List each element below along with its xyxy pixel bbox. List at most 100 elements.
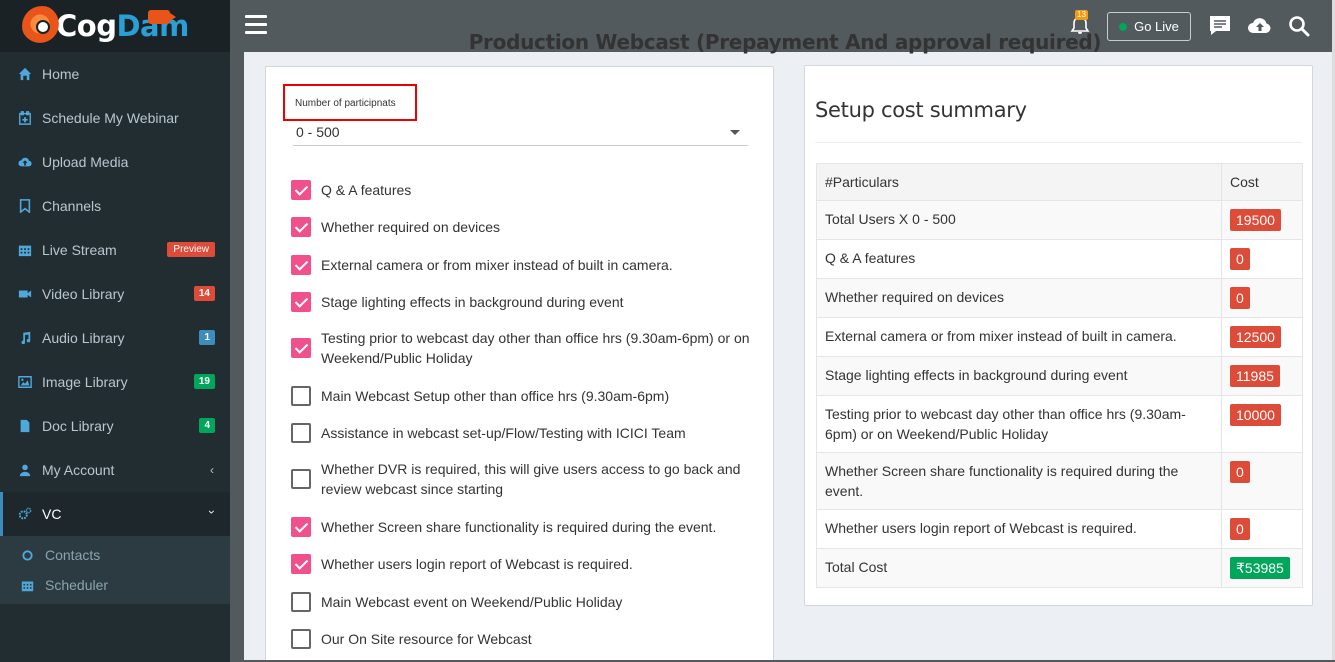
preview-badge: Preview xyxy=(167,242,215,257)
user-icon xyxy=(18,463,32,477)
table-row: Testing prior to webcast day other than … xyxy=(816,395,1303,453)
checkbox[interactable] xyxy=(291,338,311,358)
sidebar-item-label: Live Stream xyxy=(42,242,117,258)
webcast-options-panel: Number of participnats 0 - 500 Q & A fea… xyxy=(265,66,774,662)
sidebar-item-label: Schedule My Webinar xyxy=(42,110,179,126)
chat-icon xyxy=(1210,16,1230,35)
content-gutter xyxy=(230,0,244,662)
sidebar-item-vc[interactable]: VC › xyxy=(0,492,230,536)
checkbox[interactable] xyxy=(291,180,311,200)
checkbox[interactable] xyxy=(291,469,311,489)
home-icon xyxy=(18,67,32,81)
go-live-button[interactable]: Go Live xyxy=(1107,12,1191,41)
column-header-particulars: #Particulars xyxy=(816,163,1222,201)
option-login-report[interactable]: Whether users login report of Webcast is… xyxy=(291,554,751,574)
search-button[interactable] xyxy=(1287,14,1311,38)
sidebar-subitem-scheduler[interactable]: Scheduler xyxy=(0,570,230,600)
chat-button[interactable] xyxy=(1208,14,1232,38)
option-label: Stage lighting effects in background dur… xyxy=(321,294,624,310)
row-label: Total Users X 0 - 500 xyxy=(816,200,1222,240)
cost-summary-panel: Setup cost summary #Particulars Cost Tot… xyxy=(804,65,1313,606)
sidebar-item-channels[interactable]: Channels xyxy=(0,184,230,228)
checkbox[interactable] xyxy=(291,423,311,443)
checkbox[interactable] xyxy=(291,386,311,406)
calendar-icon xyxy=(20,578,34,592)
document-icon xyxy=(18,419,32,433)
option-external-camera[interactable]: External camera or from mixer instead of… xyxy=(291,255,751,275)
search-icon xyxy=(1289,16,1310,37)
sidebar-subitem-contacts[interactable]: Contacts xyxy=(0,540,230,570)
checkbox[interactable] xyxy=(291,217,311,237)
sidebar-item-audio-library[interactable]: Audio Library 1 xyxy=(0,316,230,360)
upload-button[interactable] xyxy=(1247,14,1273,38)
checkbox[interactable] xyxy=(291,629,311,649)
table-row: Total Users X 0 - 500 19500 xyxy=(816,200,1303,240)
option-qa-features[interactable]: Q & A features xyxy=(291,180,751,200)
participants-select[interactable]: 0 - 500 xyxy=(293,124,748,146)
checkbox[interactable] xyxy=(291,592,311,612)
logo[interactable]: CogDam xyxy=(0,0,230,52)
option-dvr[interactable]: Whether DVR is required, this will give … xyxy=(291,459,751,499)
cost-badge: 0 xyxy=(1230,287,1250,309)
row-label: Whether required on devices xyxy=(816,278,1222,318)
cost-badge: 12500 xyxy=(1230,326,1281,348)
chevron-left-icon: ‹ xyxy=(210,463,214,477)
sidebar-item-schedule-my-webinar[interactable]: Schedule My Webinar xyxy=(0,96,230,140)
checkbox[interactable] xyxy=(291,554,311,574)
cost-badge: 11985 xyxy=(1230,365,1280,387)
sidebar-item-label: Video Library xyxy=(42,286,125,302)
option-assistance-icici[interactable]: Assistance in webcast set-up/Flow/Testin… xyxy=(291,423,751,443)
sidebar-item-live-stream[interactable]: Live Stream Preview xyxy=(0,228,230,272)
sidebar-item-home[interactable]: Home xyxy=(0,52,230,96)
option-label: Whether DVR is required, this will give … xyxy=(321,461,741,497)
notifications-button[interactable]: 13 xyxy=(1070,10,1090,36)
count-badge: 4 xyxy=(199,418,215,433)
option-label: Main Webcast event on Weekend/Public Hol… xyxy=(321,594,623,610)
notification-count-badge: 13 xyxy=(1075,10,1088,20)
cloud-upload-icon xyxy=(18,155,32,169)
table-row: Whether required on devices 0 xyxy=(816,278,1303,318)
option-screen-share[interactable]: Whether Screen share functionality is re… xyxy=(291,517,751,537)
calendar-icon xyxy=(18,243,32,257)
menu-toggle-button[interactable] xyxy=(245,15,267,35)
sidebar-item-video-library[interactable]: Video Library 14 xyxy=(0,272,230,316)
count-badge: 19 xyxy=(193,374,215,389)
cost-summary-table: #Particulars Cost Total Users X 0 - 500 … xyxy=(816,163,1303,588)
sidebar-subitem-label: Contacts xyxy=(45,547,101,563)
option-onsite-resource[interactable]: Our On Site resource for Webcast xyxy=(291,629,751,649)
sidebar-item-upload-media[interactable]: Upload Media xyxy=(0,140,230,184)
chevron-down-icon: › xyxy=(205,510,219,514)
table-row: External camera or from mixer instead of… xyxy=(816,317,1303,357)
option-required-on-devices[interactable]: Whether required on devices xyxy=(291,217,751,237)
divider xyxy=(815,142,1302,143)
checkbox[interactable] xyxy=(291,255,311,275)
checkbox[interactable] xyxy=(291,517,311,537)
cost-badge: 0 xyxy=(1230,518,1250,540)
sidebar-item-label: VC xyxy=(42,506,62,522)
option-weekend-event[interactable]: Main Webcast event on Weekend/Public Hol… xyxy=(291,592,751,612)
participants-select-value: 0 - 500 xyxy=(296,124,340,140)
logo-camera-icon xyxy=(148,10,176,24)
option-main-setup-other-hours[interactable]: Main Webcast Setup other than office hrs… xyxy=(291,386,751,406)
table-row: Whether Screen share functionality is re… xyxy=(816,452,1303,510)
option-label: Our On Site resource for Webcast xyxy=(321,631,532,647)
logo-mark-icon xyxy=(22,6,62,46)
sidebar-item-label: Image Library xyxy=(42,374,128,390)
column-header-cost: Cost xyxy=(1221,163,1303,201)
sidebar-item-doc-library[interactable]: Doc Library 4 xyxy=(0,404,230,448)
checkbox[interactable] xyxy=(291,292,311,312)
sidebar-item-image-library[interactable]: Image Library 19 xyxy=(0,360,230,404)
option-stage-lighting[interactable]: Stage lighting effects in background dur… xyxy=(291,292,751,312)
row-label: Whether Screen share functionality is re… xyxy=(816,452,1222,510)
sidebar-item-label: Upload Media xyxy=(42,154,129,170)
row-label: External camera or from mixer instead of… xyxy=(816,317,1222,357)
row-label: Whether users login report of Webcast is… xyxy=(816,509,1222,549)
cost-summary-title: Setup cost summary xyxy=(815,98,1027,122)
cost-badge: 19500 xyxy=(1230,209,1281,231)
cogs-icon xyxy=(18,507,32,521)
option-label: Whether Screen share functionality is re… xyxy=(321,519,717,535)
count-badge: 1 xyxy=(199,330,215,345)
option-testing-prior[interactable]: Testing prior to webcast day other than … xyxy=(291,328,751,368)
participants-label-highlight: Number of participnats xyxy=(283,84,417,121)
sidebar-item-my-account[interactable]: My Account ‹ xyxy=(0,448,230,492)
